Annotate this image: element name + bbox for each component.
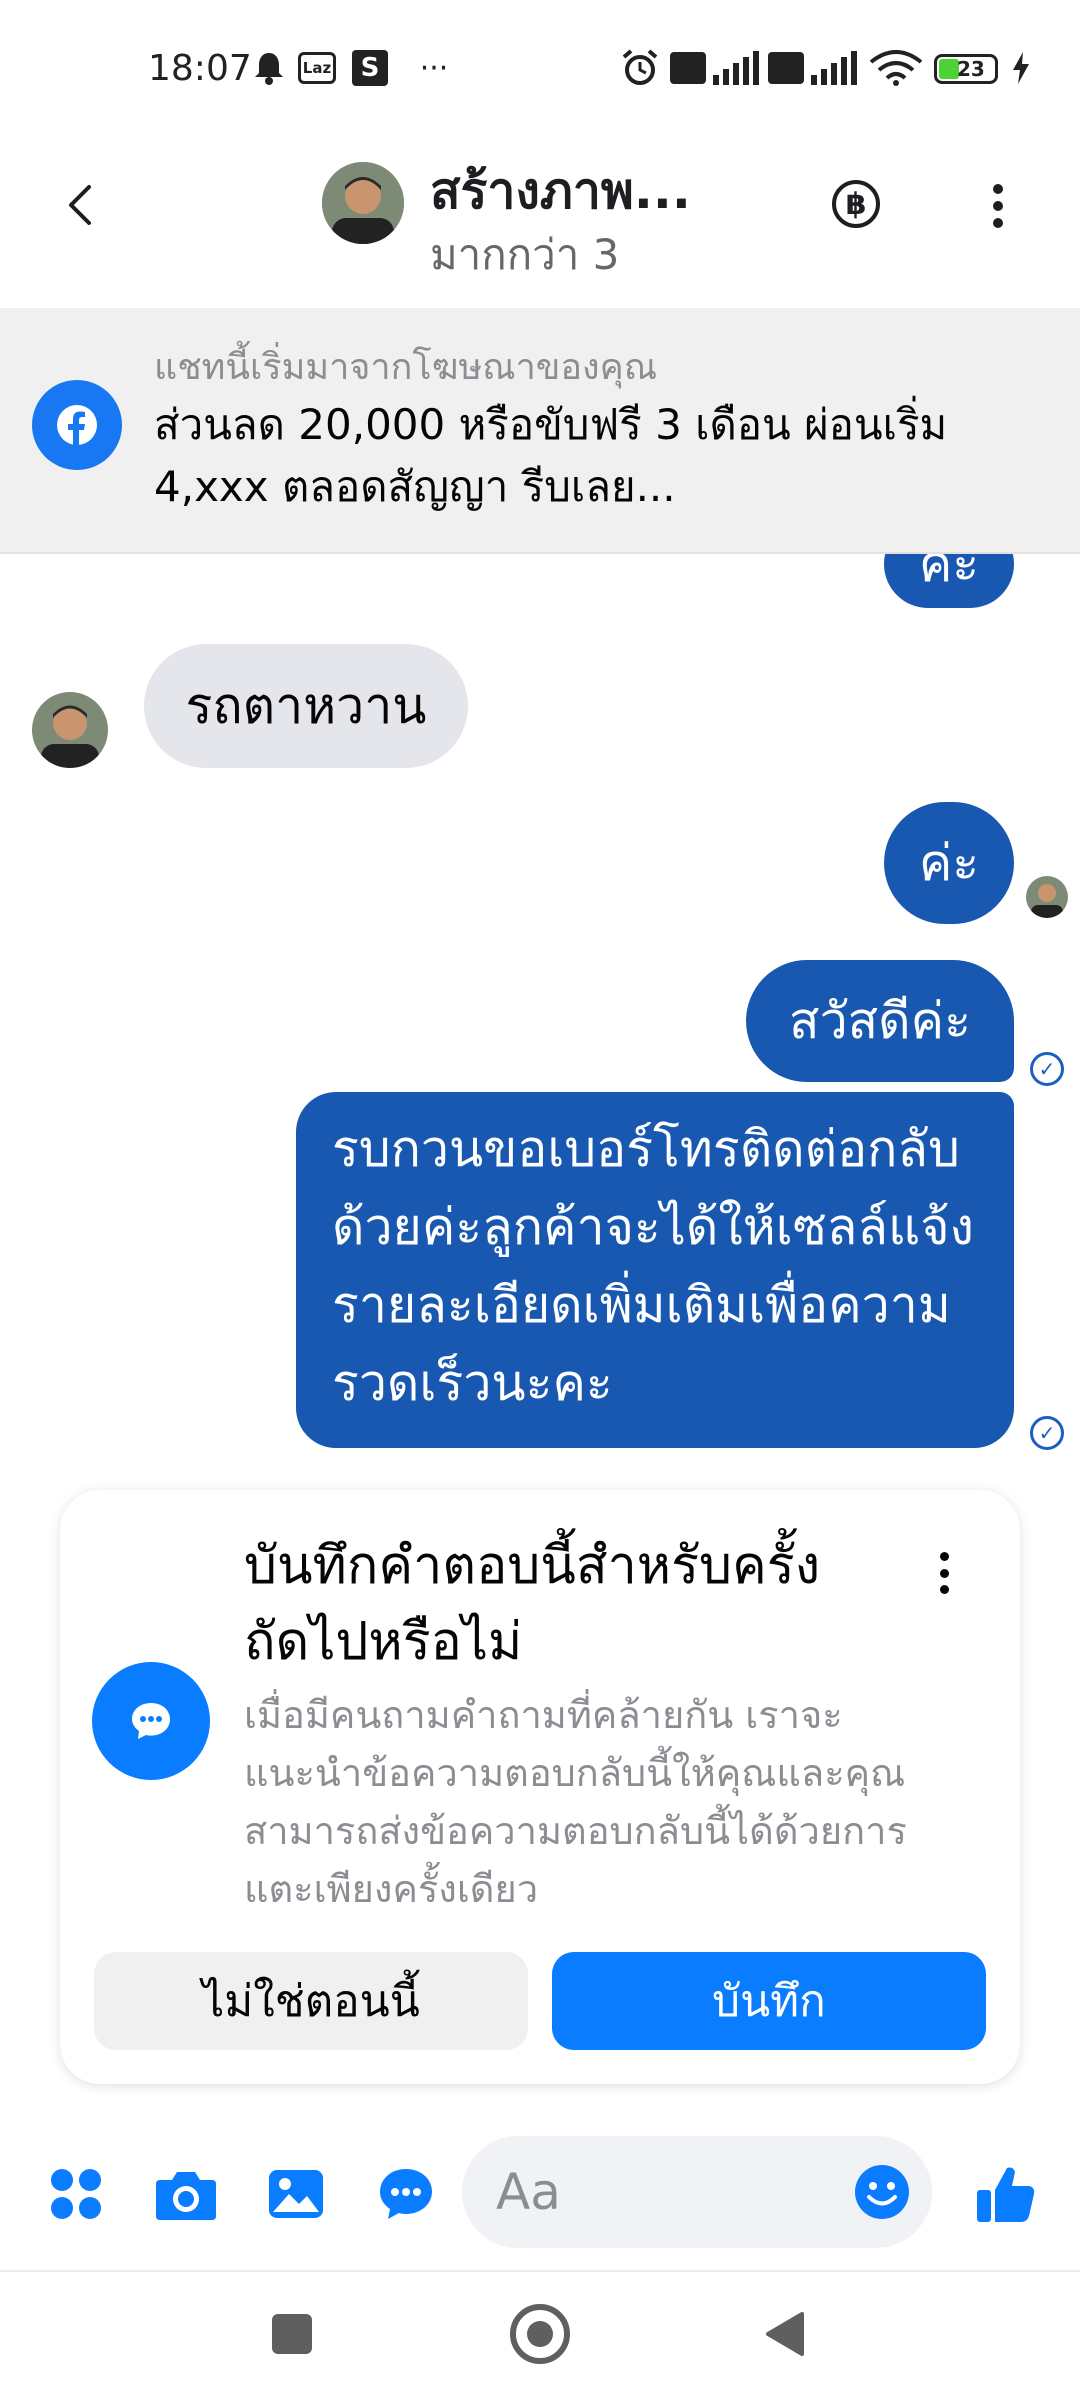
message-text: ค่ะ xyxy=(918,833,980,892)
s-app-label: S xyxy=(360,53,380,83)
volte-icon-1 xyxy=(670,52,706,84)
back-nav-button[interactable] xyxy=(762,2310,806,2358)
emoji-icon[interactable] xyxy=(846,2156,918,2228)
triangle-back-icon xyxy=(766,2312,804,2356)
contact-name[interactable]: สร้างภาพ... xyxy=(430,152,691,231)
alarm-icon xyxy=(620,49,660,86)
more-notifications-label: ··· xyxy=(419,50,449,86)
not-now-label: ไม่ใช่ตอนนี้ xyxy=(202,1976,420,2027)
message-text: สวัสดีค่ะ xyxy=(789,991,971,1050)
gallery-icon[interactable] xyxy=(260,2158,332,2230)
ad-text: ส่วนลด 20,000 หรือขับฟรี 3 เดือน ผ่อนเริ… xyxy=(154,400,948,511)
contact-subtitle: มากกว่า 3 xyxy=(430,230,620,279)
signal-icon-2 xyxy=(810,50,858,86)
message-text: รบกวนขอเบอร์โทรติดต่อกลับด้วยค่ะลูกค้าจะ… xyxy=(332,1120,974,1412)
apps-menu-icon[interactable] xyxy=(40,2158,112,2230)
baht-icon: ฿ xyxy=(845,186,867,222)
back-button[interactable] xyxy=(52,170,108,240)
read-receipt-avatar xyxy=(1026,876,1068,918)
lazada-icon: Laz xyxy=(298,52,336,84)
message-bubble-outgoing-long[interactable]: รบกวนขอเบอร์โทรติดต่อกลับด้วยค่ะลูกค้าจะ… xyxy=(296,1092,1014,1448)
s-app-icon: S xyxy=(352,50,388,86)
back-arrow-icon xyxy=(69,185,91,225)
home-button[interactable] xyxy=(510,2304,570,2364)
status-time: 18:07 xyxy=(148,48,252,89)
kebab-dot-icon xyxy=(939,1552,949,1561)
sent-check-icon: ✓ xyxy=(1030,1052,1064,1086)
message-bubble-outgoing[interactable]: สวัสดีค่ะ xyxy=(746,960,1014,1082)
charging-icon xyxy=(1010,50,1032,86)
sender-avatar[interactable] xyxy=(32,692,108,768)
save-card-title: บันทึกคำตอบนี้สำหรับครั้งถัดไปหรือไม่ xyxy=(244,1536,821,1672)
more-notifications-icon: ··· xyxy=(410,50,458,86)
save-card-description: เมื่อมีคนถามคำถามที่คล้ายกัน เราจะแนะนำข… xyxy=(244,1693,907,1911)
battery-level: 23 xyxy=(957,57,985,81)
lazada-label: Laz xyxy=(302,58,332,77)
battery-icon: 23 xyxy=(934,54,998,84)
more-options-button[interactable] xyxy=(980,178,1016,234)
like-thumb-icon[interactable] xyxy=(970,2158,1042,2230)
kebab-dot-icon xyxy=(939,1568,949,1578)
sent-check-icon: ✓ xyxy=(1030,1416,1064,1450)
notification-bell-icon xyxy=(252,50,286,86)
home-dot-icon xyxy=(527,2321,553,2347)
kebab-dot-icon xyxy=(939,1585,949,1594)
payment-button[interactable]: ฿ xyxy=(832,180,880,228)
battery-fill xyxy=(939,59,959,79)
kebab-dot-icon xyxy=(993,218,1003,228)
ad-origin-label: แชทนี้เริ่มมาจากโฆษณาของคุณ xyxy=(154,347,658,388)
save-button[interactable]: บันทึก xyxy=(552,1952,986,2050)
volte-icon-2 xyxy=(768,52,804,84)
message-text: รถตาหวาน xyxy=(185,676,427,735)
camera-icon[interactable] xyxy=(150,2158,222,2230)
recent-apps-button[interactable] xyxy=(272,2314,312,2354)
contact-avatar[interactable] xyxy=(322,162,404,244)
kebab-dot-icon xyxy=(993,184,1003,194)
kebab-dot-icon xyxy=(993,201,1003,211)
quick-reply-icon[interactable] xyxy=(370,2158,442,2230)
card-more-button[interactable] xyxy=(924,1548,964,1598)
save-label: บันทึก xyxy=(712,1976,826,2027)
facebook-icon xyxy=(32,380,122,470)
not-now-button[interactable]: ไม่ใช่ตอนนี้ xyxy=(94,1952,528,2050)
message-bubble-outgoing[interactable]: ค่ะ xyxy=(884,802,1014,924)
wifi-icon xyxy=(868,50,924,86)
message-bubble-incoming[interactable]: รถตาหวาน xyxy=(144,644,468,768)
signal-icon-1 xyxy=(712,50,760,86)
saved-reply-icon xyxy=(92,1662,210,1780)
